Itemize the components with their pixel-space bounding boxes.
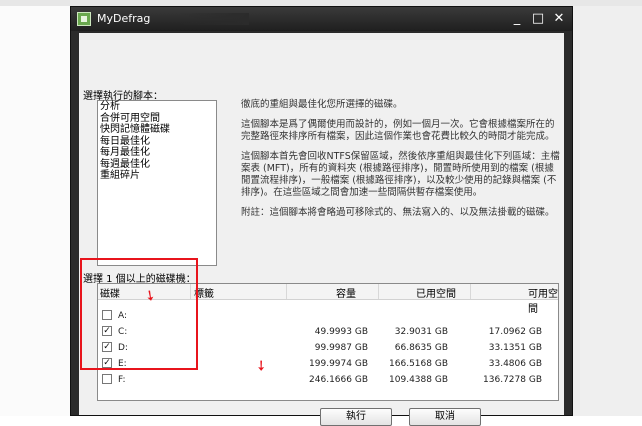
drive-row-f[interactable]: F: 246.1666 GB 109.4388 GB 136.7278 GB bbox=[98, 373, 558, 387]
script-item-optimize-weekly[interactable]: 每週最佳化 bbox=[98, 159, 216, 171]
description-paragraph-1: 徹底的重組與最佳化您所選擇的磁碟。 bbox=[241, 99, 403, 110]
header-used[interactable]: 已用空間 bbox=[416, 285, 456, 300]
header-separator bbox=[286, 284, 287, 299]
description-paragraph-2: 這個腳本是爲了偶爾使用而設計的，例如一個月一次。它會根據檔案所在的完整路徑來排序… bbox=[241, 119, 555, 142]
script-item-defragment[interactable]: 重組碎片 bbox=[98, 170, 216, 182]
drive-free: 17.0962 GB bbox=[488, 327, 542, 337]
drive-capacity: 99.9987 GB bbox=[314, 343, 368, 353]
close-button[interactable]: ✕ bbox=[549, 11, 569, 27]
drive-capacity: 199.9974 GB bbox=[309, 359, 368, 369]
page-background-glow bbox=[562, 0, 642, 416]
drive-free: 33.1351 GB bbox=[488, 343, 542, 353]
drive-letter: F: bbox=[118, 375, 126, 385]
header-capacity[interactable]: 容量 bbox=[336, 285, 356, 300]
drive-used: 32.9031 GB bbox=[394, 327, 448, 337]
title-bar[interactable]: MyDefrag _ □ ✕ bbox=[71, 7, 572, 31]
script-list[interactable]: 分析 合併可用空間 快閃記憶體磁碟 每日最佳化 每月最佳化 每週最佳化 重組碎片 bbox=[97, 100, 217, 266]
maximize-button[interactable]: □ bbox=[528, 11, 548, 27]
description-paragraph-3: 這個腳本首先會回收NTFS保留區域，然後依序重組與最佳化下列區域：主檔案表 (M… bbox=[241, 151, 560, 198]
title-fade bbox=[179, 13, 249, 25]
script-item-optimize-daily[interactable]: 每日最佳化 bbox=[98, 136, 216, 148]
drive-checkbox-f[interactable] bbox=[102, 374, 112, 384]
drive-capacity: 49.9993 GB bbox=[314, 327, 368, 337]
script-item-analyze[interactable]: 分析 bbox=[98, 101, 216, 113]
drive-selection-highlight bbox=[80, 258, 198, 370]
script-item-consolidate-free-space[interactable]: 合併可用空間 bbox=[98, 113, 216, 125]
drive-used: 109.4388 GB bbox=[389, 375, 448, 385]
minimize-button[interactable]: _ bbox=[507, 11, 527, 27]
cancel-button[interactable]: 取消 bbox=[409, 408, 481, 426]
app-icon bbox=[77, 12, 91, 26]
drive-used: 166.5168 GB bbox=[389, 359, 448, 369]
header-separator bbox=[470, 284, 471, 299]
script-item-flash-memory-disks[interactable]: 快閃記憶體磁碟 bbox=[98, 124, 216, 136]
description-paragraph-4: 附註：這個腳本將會略過可移除式的、無法寫入的、以及無法掛載的磁碟。 bbox=[241, 207, 555, 218]
script-description: 徹底的重組與最佳化您所選擇的磁碟。 這個腳本是爲了偶爾使用而設計的，例如一個月一… bbox=[241, 99, 561, 227]
script-item-optimize-monthly[interactable]: 每月最佳化 bbox=[98, 147, 216, 159]
drive-capacity: 246.1666 GB bbox=[309, 375, 368, 385]
drive-used: 66.8635 GB bbox=[394, 343, 448, 353]
window-title: MyDefrag bbox=[97, 12, 151, 25]
run-button[interactable]: 執行 bbox=[320, 408, 392, 426]
header-separator bbox=[378, 284, 379, 299]
drive-free: 33.4806 GB bbox=[488, 359, 542, 369]
drive-free: 136.7278 GB bbox=[483, 375, 542, 385]
